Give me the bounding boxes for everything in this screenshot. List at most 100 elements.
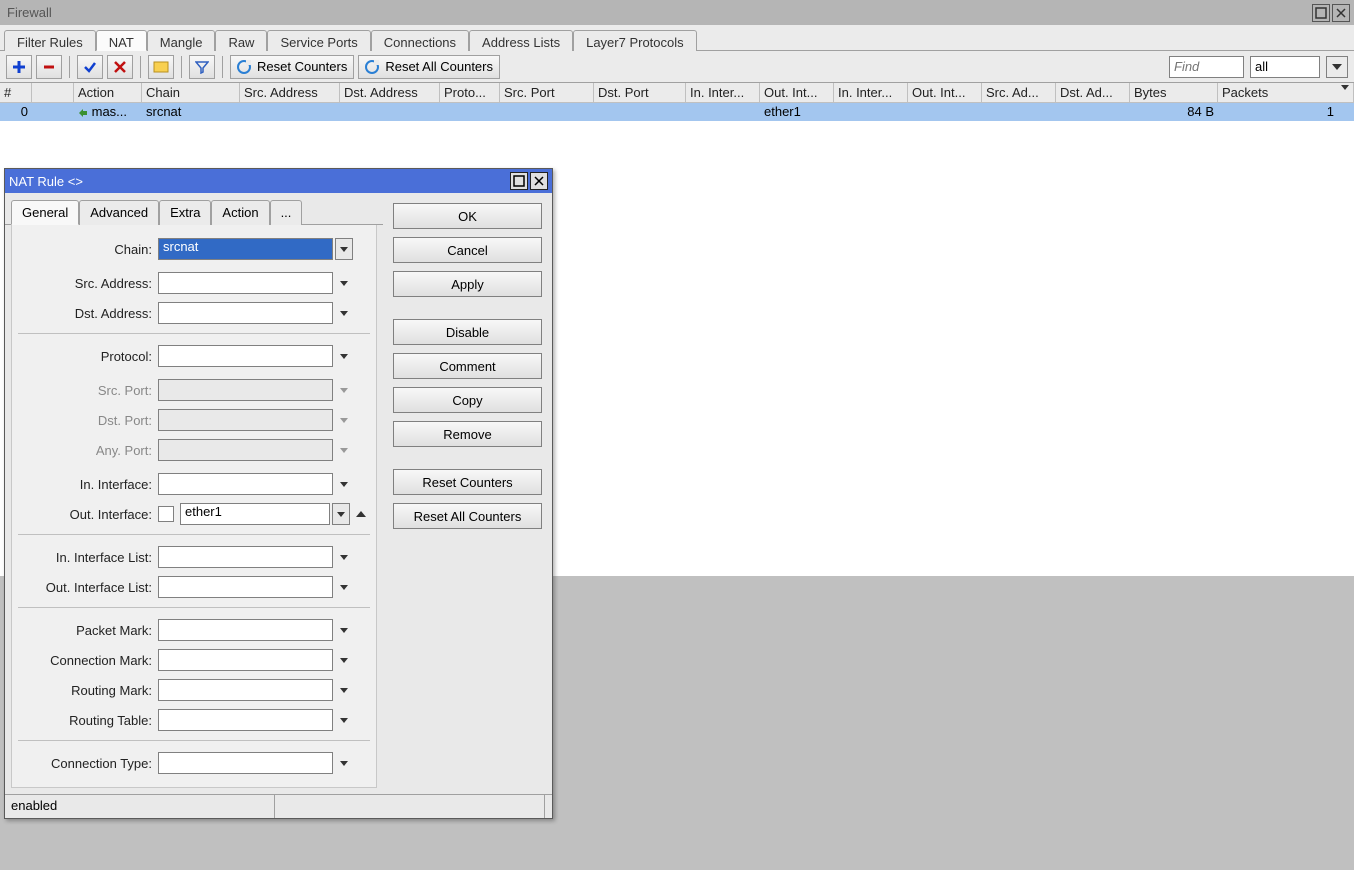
- remove-button[interactable]: Remove: [393, 421, 542, 447]
- filter-dropdown-button[interactable]: [1326, 56, 1348, 78]
- out-interface-list-input[interactable]: [158, 576, 333, 598]
- th-dstaddr[interactable]: Dst. Address: [340, 83, 440, 102]
- label-in-interface: In. Interface:: [18, 477, 158, 492]
- table-row[interactable]: 0 mas... srcnat ether1 84 B 1: [0, 103, 1354, 121]
- tab-address-lists[interactable]: Address Lists: [469, 30, 573, 51]
- nat-rule-dialog: NAT Rule <> General Advanced Extra Actio…: [4, 168, 553, 819]
- tab-layer7[interactable]: Layer7 Protocols: [573, 30, 697, 51]
- connection-mark-input[interactable]: [158, 649, 333, 671]
- th-outif[interactable]: Out. Int...: [760, 83, 834, 102]
- packet-mark-input[interactable]: [158, 619, 333, 641]
- dialog-maximize-icon[interactable]: [510, 172, 528, 190]
- tab-raw[interactable]: Raw: [215, 30, 267, 51]
- expand-button[interactable]: [335, 619, 353, 641]
- expand-button[interactable]: [335, 546, 353, 568]
- th-outl[interactable]: Out. Int...: [908, 83, 982, 102]
- expand-button[interactable]: [335, 473, 353, 495]
- src-address-input[interactable]: [158, 272, 333, 294]
- in-interface-list-input[interactable]: [158, 546, 333, 568]
- collapse-button[interactable]: [352, 503, 370, 525]
- tab-connections[interactable]: Connections: [371, 30, 469, 51]
- th-inl[interactable]: In. Inter...: [834, 83, 908, 102]
- routing-table-input[interactable]: [158, 709, 333, 731]
- th-dstport[interactable]: Dst. Port: [594, 83, 686, 102]
- copy-button[interactable]: Copy: [393, 387, 542, 413]
- apply-button[interactable]: Apply: [393, 271, 542, 297]
- th-packets[interactable]: Packets: [1218, 83, 1354, 102]
- filter-select[interactable]: all: [1250, 56, 1320, 78]
- chain-input[interactable]: srcnat: [158, 238, 333, 260]
- reset-all-counters-button[interactable]: Reset All Counters: [358, 55, 500, 79]
- divider: [18, 333, 370, 334]
- reset-counters-button[interactable]: Reset Counters: [230, 55, 354, 79]
- chain-dropdown[interactable]: [335, 238, 353, 260]
- protocol-input[interactable]: [158, 345, 333, 367]
- tab-nat[interactable]: NAT: [96, 30, 147, 51]
- expand-button[interactable]: [335, 302, 353, 324]
- tab-service-ports[interactable]: Service Ports: [267, 30, 370, 51]
- expand-button[interactable]: [335, 345, 353, 367]
- window-title: Firewall: [4, 5, 52, 20]
- remove-button[interactable]: [36, 55, 62, 79]
- comment-button[interactable]: [148, 55, 174, 79]
- dialog-titlebar[interactable]: NAT Rule <>: [5, 169, 552, 193]
- tab-filter-rules[interactable]: Filter Rules: [4, 30, 96, 51]
- label-chain: Chain:: [18, 242, 158, 257]
- connection-type-input[interactable]: [158, 752, 333, 774]
- out-interface-input[interactable]: ether1: [180, 503, 330, 525]
- expand-button[interactable]: [335, 576, 353, 598]
- chevron-down-icon: [1341, 85, 1349, 90]
- in-interface-input[interactable]: [158, 473, 333, 495]
- expand-button[interactable]: [335, 709, 353, 731]
- th-chain[interactable]: Chain: [142, 83, 240, 102]
- dtab-advanced[interactable]: Advanced: [79, 200, 159, 225]
- th-srcaddr[interactable]: Src. Address: [240, 83, 340, 102]
- th-num[interactable]: #: [0, 83, 32, 102]
- th-flag[interactable]: [32, 83, 74, 102]
- chevron-down-icon: [340, 585, 348, 590]
- dialog-close-icon[interactable]: [530, 172, 548, 190]
- divider: [18, 607, 370, 608]
- expand-button[interactable]: [335, 272, 353, 294]
- reset-counters-button[interactable]: Reset Counters: [393, 469, 542, 495]
- enable-button[interactable]: [77, 55, 103, 79]
- expand-button[interactable]: [335, 752, 353, 774]
- filter-button[interactable]: [189, 55, 215, 79]
- dst-address-input[interactable]: [158, 302, 333, 324]
- cell-num: 0: [0, 103, 32, 121]
- label-connection-mark: Connection Mark:: [18, 653, 158, 668]
- out-interface-invert[interactable]: [158, 506, 174, 522]
- disable-button[interactable]: [107, 55, 133, 79]
- comment-button[interactable]: Comment: [393, 353, 542, 379]
- disable-button[interactable]: Disable: [393, 319, 542, 345]
- chevron-down-icon: [340, 628, 348, 633]
- maximize-icon[interactable]: [1312, 4, 1330, 22]
- reset-all-counters-button[interactable]: Reset All Counters: [393, 503, 542, 529]
- th-inif[interactable]: In. Inter...: [686, 83, 760, 102]
- add-button[interactable]: [6, 55, 32, 79]
- th-srcport[interactable]: Src. Port: [500, 83, 594, 102]
- cell-outl: [908, 103, 982, 121]
- ok-button[interactable]: OK: [393, 203, 542, 229]
- th-bytes[interactable]: Bytes: [1130, 83, 1218, 102]
- close-icon[interactable]: [1332, 4, 1350, 22]
- expand-button[interactable]: [335, 679, 353, 701]
- dialog-statusbar: enabled: [5, 794, 552, 818]
- th-srcal[interactable]: Src. Ad...: [982, 83, 1056, 102]
- th-dstal[interactable]: Dst. Ad...: [1056, 83, 1130, 102]
- dtab-general[interactable]: General: [11, 200, 79, 225]
- tab-mangle[interactable]: Mangle: [147, 30, 216, 51]
- find-input[interactable]: [1169, 56, 1244, 78]
- expand-button[interactable]: [335, 649, 353, 671]
- th-proto[interactable]: Proto...: [440, 83, 500, 102]
- label-out-interface: Out. Interface:: [18, 507, 158, 522]
- label-packet-mark: Packet Mark:: [18, 623, 158, 638]
- dtab-extra[interactable]: Extra: [159, 200, 211, 225]
- dtab-action[interactable]: Action: [211, 200, 269, 225]
- out-interface-dropdown[interactable]: [332, 503, 350, 525]
- th-action[interactable]: Action: [74, 83, 142, 102]
- dtab-more[interactable]: ...: [270, 200, 303, 225]
- routing-mark-input[interactable]: [158, 679, 333, 701]
- status-text: enabled: [5, 795, 275, 818]
- cancel-button[interactable]: Cancel: [393, 237, 542, 263]
